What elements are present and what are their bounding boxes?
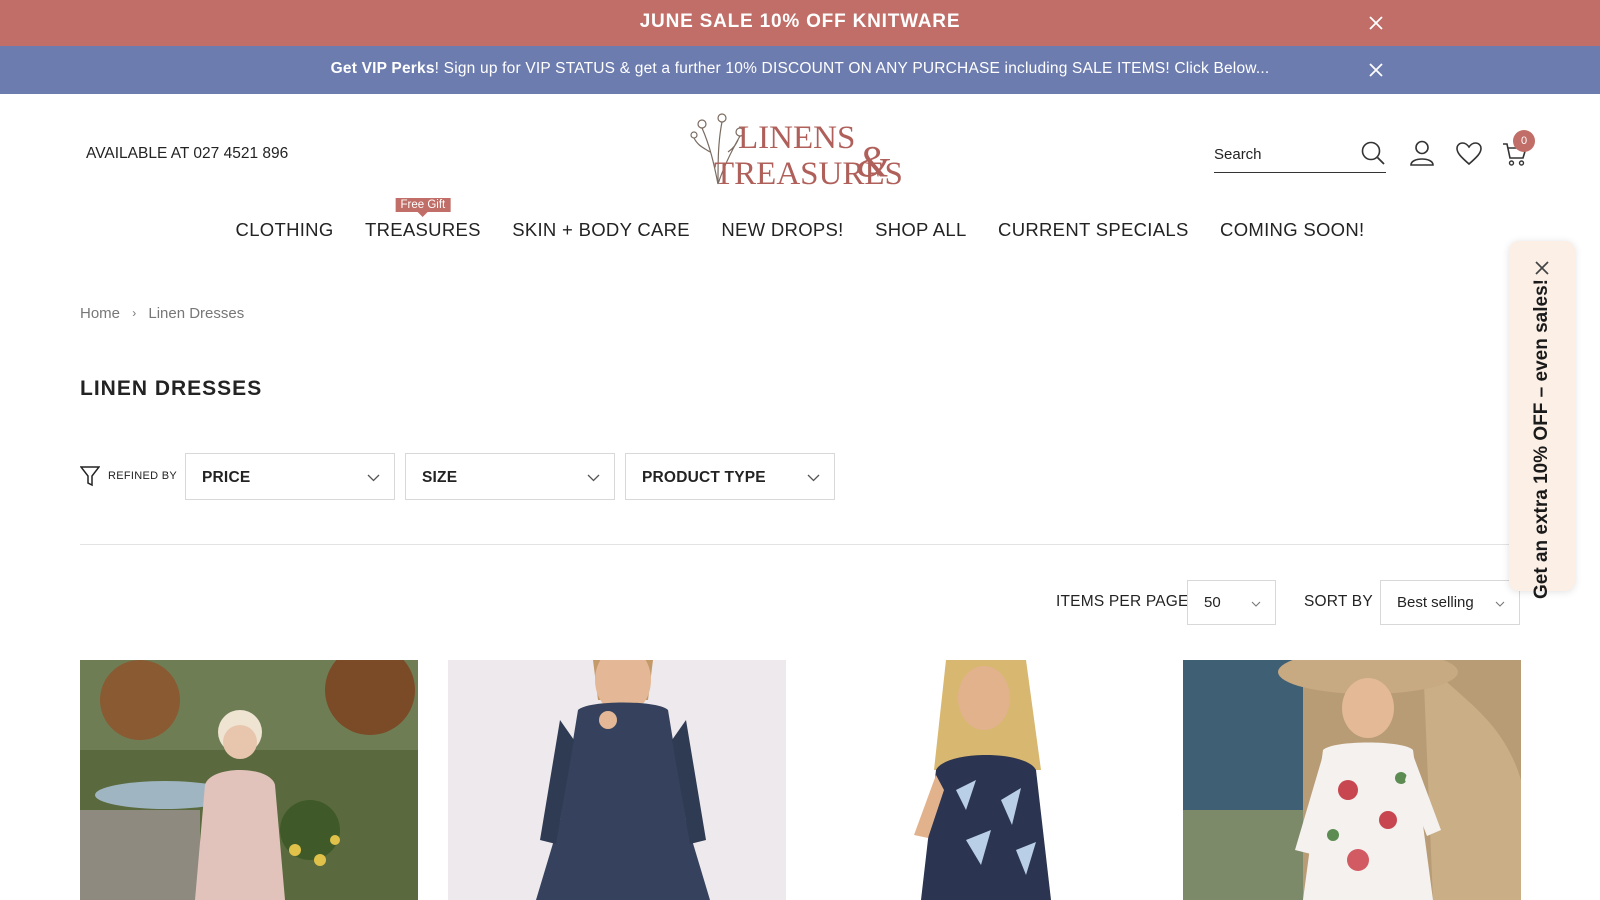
filter-icon [80, 465, 100, 487]
store-logo[interactable]: LINENS TREASURES & [688, 106, 918, 188]
close-icon[interactable] [1366, 60, 1386, 80]
price-filter-label: PRICE [202, 469, 251, 486]
items-per-page-label: ITEMS PER PAGE [1056, 593, 1189, 610]
nav-item-clothing[interactable]: CLOTHING [236, 219, 334, 241]
product-type-filter-dropdown[interactable]: PRODUCT TYPE [625, 453, 835, 500]
search-icon[interactable] [1360, 140, 1386, 166]
logo-ampersand: & [856, 137, 891, 186]
items-per-page-value: 50 [1204, 594, 1221, 611]
user-icon[interactable] [1408, 139, 1436, 167]
breadcrumb-home-link[interactable]: Home [80, 305, 120, 322]
vip-body-text: ! Sign up for VIP STATUS & get a further… [434, 60, 1270, 77]
close-icon[interactable] [1533, 259, 1551, 277]
nav-item-treasures[interactable]: TREASURES Free Gift [364, 198, 481, 241]
cart-count-badge: 0 [1513, 130, 1535, 152]
main-navigation: CLOTHING TREASURES Free Gift SKIN + BODY … [0, 198, 1600, 241]
product-card-image[interactable] [1183, 660, 1521, 900]
page-title: LINEN DRESSES [80, 377, 263, 400]
refined-by-label: REFINED BY [108, 470, 178, 482]
sale-announcement-text[interactable]: JUNE SALE 10% OFF KNITWARE [0, 11, 1600, 33]
nav-item-current-specials[interactable]: CURRENT SPECIALS [998, 219, 1189, 241]
product-card-image[interactable] [816, 660, 1154, 900]
nav-item-coming-soon[interactable]: COMING SOON! [1220, 219, 1364, 241]
nav-item-label: TREASURES [364, 219, 481, 240]
sort-by-label: SORT BY [1304, 593, 1373, 610]
chevron-down-icon [1495, 599, 1505, 609]
refined-by: REFINED BY [80, 465, 177, 487]
heart-icon[interactable] [1455, 140, 1483, 168]
size-filter-dropdown[interactable]: SIZE [405, 453, 615, 500]
promo-tab-text: Get an extra 10% OFF – even sales! [1531, 279, 1552, 599]
nav-item-skin-body-care[interactable]: SKIN + BODY CARE [512, 219, 690, 241]
free-gift-badge: Free Gift [395, 198, 451, 217]
items-per-page-select[interactable]: 50 [1187, 580, 1276, 625]
breadcrumb: Home › Linen Dresses [80, 304, 244, 322]
chevron-down-icon [1251, 599, 1261, 609]
search-box[interactable] [1214, 138, 1386, 173]
sale-announcement-bar[interactable]: JUNE SALE 10% OFF KNITWARE [0, 0, 1600, 46]
product-type-filter-label: PRODUCT TYPE [642, 469, 766, 486]
sort-by-value: Best selling [1397, 594, 1474, 611]
search-input[interactable] [1214, 142, 1352, 166]
breadcrumb-current: Linen Dresses [148, 304, 245, 322]
nav-item-shop-all[interactable]: SHOP ALL [875, 219, 967, 241]
filter-divider [80, 544, 1520, 545]
chevron-down-icon [807, 471, 820, 484]
product-card-image[interactable] [80, 660, 418, 900]
discount-promo-tab[interactable]: Get an extra 10% OFF – even sales! [1509, 241, 1575, 599]
chevron-down-icon [587, 471, 600, 484]
vip-announcement-bar[interactable]: Get VIP Perks! Sign up for VIP STATUS & … [0, 46, 1600, 94]
vip-announcement-text[interactable]: Get VIP Perks! Sign up for VIP STATUS & … [0, 60, 1600, 78]
phone-availability: AVAILABLE AT 027 4521 896 [86, 145, 289, 162]
chevron-right-icon: › [132, 306, 137, 321]
product-card-image[interactable] [448, 660, 786, 900]
nav-item-new-drops[interactable]: NEW DROPS! [721, 219, 843, 241]
logo-linens-text: LINENS [738, 120, 855, 156]
size-filter-label: SIZE [422, 469, 458, 486]
chevron-down-icon [367, 471, 380, 484]
price-filter-dropdown[interactable]: PRICE [185, 453, 395, 500]
sort-by-select[interactable]: Best selling [1380, 580, 1520, 625]
close-icon[interactable] [1366, 13, 1386, 33]
vip-bold-text: Get VIP Perks [330, 60, 435, 77]
